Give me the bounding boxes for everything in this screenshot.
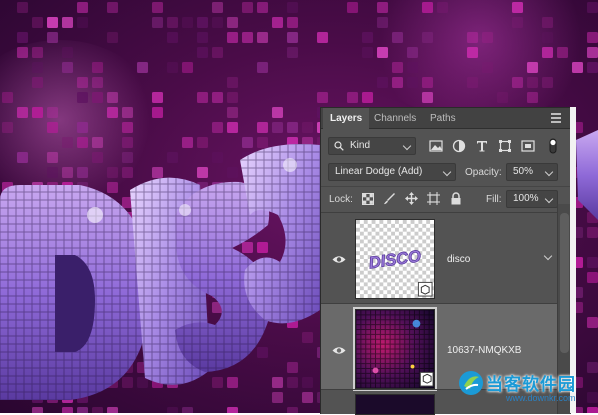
watermark: 当客软件园 www.downkr.com <box>452 366 598 413</box>
filter-adjustment-icon[interactable] <box>451 138 467 154</box>
lock-artboard-icon[interactable] <box>427 192 440 205</box>
tab-channels[interactable]: Channels <box>367 108 423 129</box>
layer-filter-kind-select[interactable]: Kind <box>328 137 416 155</box>
panel-menu-icon[interactable] <box>551 113 561 123</box>
blend-mode-select[interactable]: Linear Dodge (Add) <box>328 163 456 181</box>
opacity-input[interactable]: 50% <box>506 163 558 181</box>
lock-image-pixels-icon[interactable] <box>383 192 396 205</box>
watermark-logo-icon <box>459 371 483 395</box>
opacity-label: Opacity: <box>465 167 502 178</box>
layer-name-disco: disco <box>447 254 471 265</box>
filter-smart-object-icon[interactable] <box>520 138 536 154</box>
panel-tab-bar: Layers Channels Paths <box>321 108 571 130</box>
fill-input[interactable]: 100% <box>506 190 558 208</box>
lock-transparent-pixels-icon[interactable] <box>362 193 374 205</box>
blend-mode-value: Linear Dodge (Add) <box>335 166 423 177</box>
fill-value: 100% <box>513 193 539 204</box>
lock-label: Lock: <box>329 194 353 205</box>
layer-row-disco[interactable]: DISCO disco <box>321 212 571 303</box>
tab-paths[interactable]: Paths <box>423 108 463 129</box>
eye-icon[interactable] <box>332 346 346 355</box>
layer-thumbnail-partial <box>355 394 435 415</box>
watermark-text: 当客软件园 <box>486 375 576 395</box>
layers-scrollbar-thumb[interactable] <box>560 213 569 353</box>
filter-shape-icon[interactable] <box>497 138 513 154</box>
opacity-value: 50% <box>513 166 534 177</box>
layer-expand-chevron-icon[interactable] <box>543 251 553 261</box>
filter-pixel-icon[interactable] <box>428 138 444 154</box>
fill-label: Fill: <box>486 194 502 205</box>
watermark-url: www.downkr.com <box>506 393 576 403</box>
lock-all-icon[interactable] <box>450 192 462 205</box>
search-icon <box>334 141 344 151</box>
kind-label: Kind <box>350 140 371 151</box>
layer-thumbnail-10637-nmqkxb <box>353 307 437 391</box>
lock-position-icon[interactable] <box>405 192 418 205</box>
eye-icon[interactable] <box>332 255 346 264</box>
tab-layers[interactable]: Layers <box>323 108 370 130</box>
layer-thumbnail-disco: DISCO <box>355 219 435 299</box>
filter-toggle-icon[interactable] <box>547 138 559 154</box>
layer-name-10637-nmqkxb: 10637-NMQKXB <box>447 345 522 356</box>
filter-type-icon[interactable] <box>474 138 490 154</box>
